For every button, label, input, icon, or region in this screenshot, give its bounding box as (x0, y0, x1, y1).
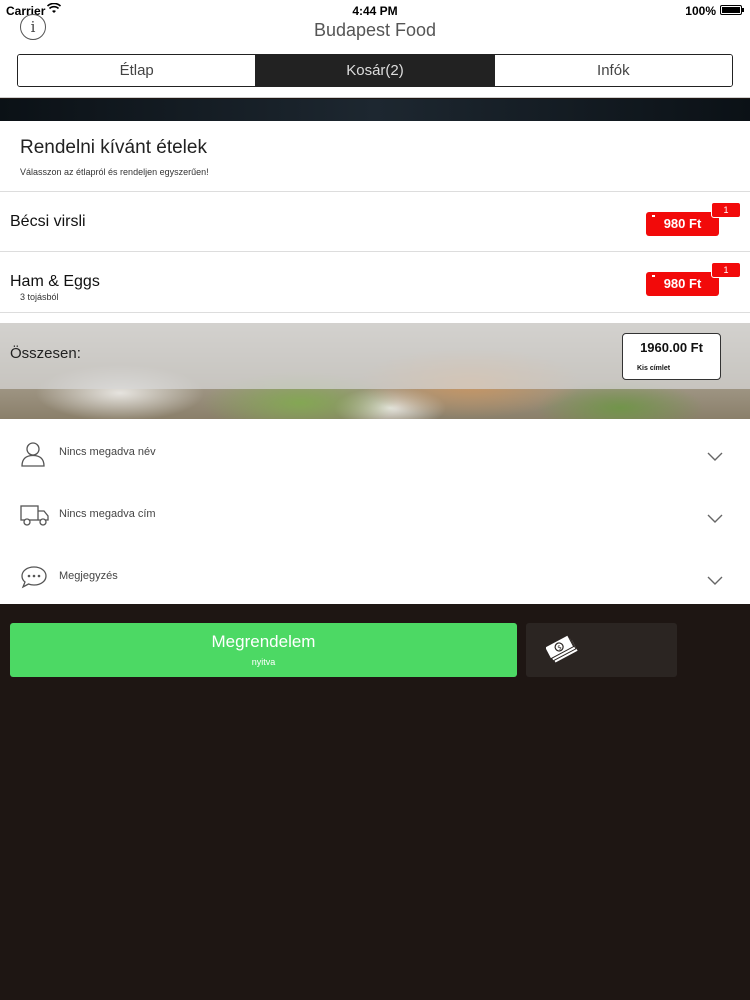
total-label: Összesen: (10, 345, 81, 362)
cart-item[interactable]: Bécsi virsli 980 Ft 1 (0, 192, 750, 252)
tab-menu[interactable]: Étlap (18, 55, 257, 86)
cart-subtitle: Válasszon az étlapról és rendeljen egysz… (20, 167, 209, 177)
cart-header: Rendelni kívánt ételek Válasszon az étla… (0, 121, 750, 192)
tab-bar: Étlap Kosár(2) Infók (17, 54, 733, 87)
cart-item[interactable]: Ham & Eggs 3 tojásból 980 Ft 1 (0, 252, 750, 313)
total-box[interactable]: 1960.00 Ft Kis címlet (622, 333, 721, 380)
chevron-down-icon[interactable] (707, 449, 723, 461)
battery-icon (720, 5, 744, 15)
total-section: Összesen: 1960.00 Ft Kis címlet (0, 323, 750, 419)
address-field[interactable]: Nincs megadva cím (0, 483, 750, 545)
page-title: Budapest Food (313, 20, 437, 40)
order-details-form: Nincs megadva név Nincs megadva cím Megj… (0, 419, 750, 604)
address-placeholder: Nincs megadva cím (59, 508, 156, 520)
name-placeholder: Nincs megadva név (59, 446, 156, 458)
tab-cart[interactable]: Kosár(2) (256, 55, 495, 86)
cart-title: Rendelni kívánt ételek (20, 137, 207, 158)
chevron-down-icon[interactable] (707, 573, 723, 585)
order-button-label: Megrendelem (211, 632, 316, 651)
item-name: Bécsi virsli (10, 213, 86, 230)
item-quantity-badge: 1 (711, 202, 741, 218)
item-price[interactable]: 980 Ft (646, 272, 719, 296)
order-status-label: nyitva (251, 657, 276, 667)
delivery-truck-icon (20, 503, 50, 531)
item-name: Ham & Eggs (10, 273, 100, 290)
status-bar: Carrier 4:44 PM 100% (0, 0, 750, 20)
spacer (0, 313, 750, 323)
item-note: 3 tojásból (20, 292, 59, 302)
bottom-action-area: Megrendelem nyitva $ (0, 604, 750, 1000)
name-field[interactable]: Nincs megadva név (0, 421, 750, 483)
tab-info[interactable]: Infók (494, 55, 732, 86)
payment-method-button[interactable]: $ (526, 623, 677, 677)
comment-placeholder: Megjegyzés (59, 570, 118, 582)
navigation-bar: i Budapest Food Étlap Kosár(2) Infók (0, 14, 750, 98)
battery-level: 100% (685, 4, 716, 18)
payment-denomination-note: Kis címlet (637, 365, 671, 372)
clock: 4:44 PM (352, 4, 398, 18)
item-price[interactable]: 980 Ft (646, 212, 719, 236)
comment-field[interactable]: Megjegyzés (0, 545, 750, 607)
order-button[interactable]: Megrendelem nyitva (10, 623, 517, 677)
chevron-down-icon[interactable] (707, 511, 723, 523)
total-amount: 1960.00 Ft (640, 340, 703, 355)
header-background-strip (0, 99, 750, 121)
person-icon (20, 441, 50, 469)
cash-icon: $ (543, 634, 580, 671)
item-quantity-badge: 1 (711, 262, 741, 278)
speech-bubble-icon (20, 565, 50, 593)
